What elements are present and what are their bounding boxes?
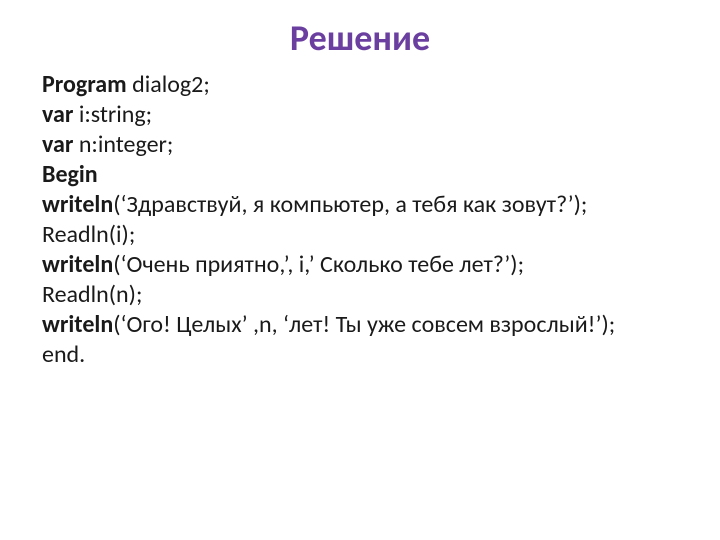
code-line: Begin [42,160,678,190]
keyword: var [42,130,73,159]
code-line: Readln(n); [42,280,678,310]
code-text: n:integer; [73,130,173,159]
slide: Решение Program dialog2; var i:string; v… [0,0,720,540]
code-text: (‘Очень приятно,’, i,’ Сколько тебе лет?… [113,250,524,279]
code-line: end. [42,340,678,370]
code-line: var n:integer; [42,130,678,160]
code-text: dialog2; [127,70,210,99]
code-block: Program dialog2; var i:string; var n:int… [42,70,678,370]
code-line: var i:string; [42,100,678,130]
code-line: writeln(‘Очень приятно,’, i,’ Сколько те… [42,250,678,280]
code-text: (‘Ого! Целых’ ,n, ‘лет! Ты уже совсем вз… [113,310,615,339]
keyword: writeln [42,190,113,219]
code-text: (‘Здравствуй, я компьютер, а тебя как зо… [113,190,587,219]
keyword: writeln [42,250,113,279]
slide-title: Решение [42,16,678,60]
code-line: writeln(‘Здравствуй, я компьютер, а тебя… [42,190,678,220]
code-line: writeln(‘Ого! Целых’ ,n, ‘лет! Ты уже со… [42,310,678,340]
keyword: Begin [42,160,98,189]
code-line: Readln(i); [42,220,678,250]
keyword: writeln [42,310,113,339]
keyword: Program [42,70,127,99]
code-text: i:string; [73,100,152,129]
keyword: var [42,100,73,129]
code-line: Program dialog2; [42,70,678,100]
